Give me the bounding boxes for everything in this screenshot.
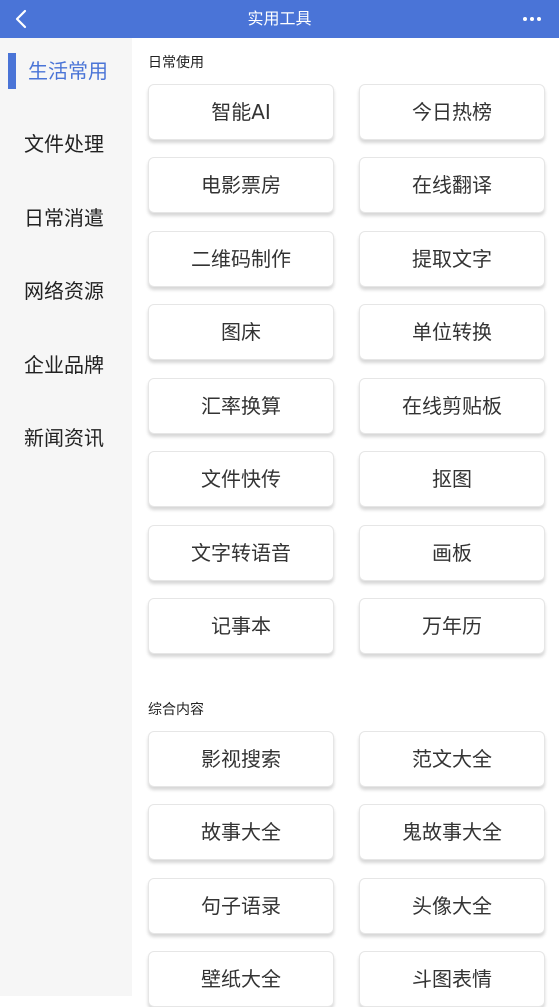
tool-button[interactable]: 图床	[148, 304, 334, 360]
sidebar-item-label: 企业品牌	[24, 353, 104, 377]
sidebar-item-label: 日常消遣	[24, 206, 104, 230]
tool-button[interactable]: 万年历	[359, 598, 545, 654]
tool-button[interactable]: 影视搜索	[148, 731, 334, 787]
tool-button[interactable]: 汇率换算	[148, 378, 334, 434]
sidebar-item-files[interactable]: 文件处理	[0, 124, 132, 164]
tool-button[interactable]: 电影票房	[148, 157, 334, 213]
sidebar-item-life[interactable]: 生活常用	[0, 51, 132, 91]
tool-button[interactable]: 在线剪贴板	[359, 378, 545, 434]
active-indicator	[8, 53, 16, 89]
sidebar-item-label: 文件处理	[24, 132, 104, 156]
section-title: 综合内容	[148, 702, 204, 718]
tool-button[interactable]: 在线翻译	[359, 157, 545, 213]
app-header: 实用工具	[0, 0, 559, 38]
sidebar-item-label: 新闻资讯	[24, 426, 104, 450]
section-title: 日常使用	[148, 55, 204, 71]
tool-button[interactable]: 画板	[359, 525, 545, 581]
sidebar-item-brand[interactable]: 企业品牌	[0, 345, 132, 385]
more-dots-icon	[523, 17, 527, 21]
tool-grid: 日常使用 智能AI 今日热榜 电影票房 在线翻译 二维码制作 提取文字 图床 单…	[132, 38, 559, 1007]
tool-button[interactable]: 文字转语音	[148, 525, 334, 581]
sidebar-item-label: 生活常用	[28, 59, 108, 83]
tool-button[interactable]: 抠图	[359, 451, 545, 507]
tool-button[interactable]: 今日热榜	[359, 84, 545, 140]
sidebar-item-leisure[interactable]: 日常消遣	[0, 198, 132, 238]
tool-button[interactable]: 文件快传	[148, 451, 334, 507]
tool-button[interactable]: 斗图表情	[359, 951, 545, 1007]
tool-button[interactable]: 壁纸大全	[148, 951, 334, 1007]
sidebar-item-news[interactable]: 新闻资讯	[0, 418, 132, 458]
tool-button[interactable]: 句子语录	[148, 878, 334, 934]
tool-button[interactable]: 智能AI	[148, 84, 334, 140]
tool-button[interactable]: 头像大全	[359, 878, 545, 934]
more-button[interactable]	[517, 4, 547, 34]
tool-button[interactable]: 提取文字	[359, 231, 545, 287]
sidebar-item-network[interactable]: 网络资源	[0, 271, 132, 311]
tool-button[interactable]: 二维码制作	[148, 231, 334, 287]
tool-button[interactable]: 鬼故事大全	[359, 804, 545, 860]
tool-button[interactable]: 单位转换	[359, 304, 545, 360]
tool-button[interactable]: 故事大全	[148, 804, 334, 860]
sidebar-item-label: 网络资源	[24, 279, 104, 303]
sidebar: 生活常用 文件处理 日常消遣 网络资源 企业品牌 新闻资讯	[0, 38, 132, 996]
tool-button[interactable]: 记事本	[148, 598, 334, 654]
page-title: 实用工具	[247, 9, 312, 28]
tool-button[interactable]: 范文大全	[359, 731, 545, 787]
